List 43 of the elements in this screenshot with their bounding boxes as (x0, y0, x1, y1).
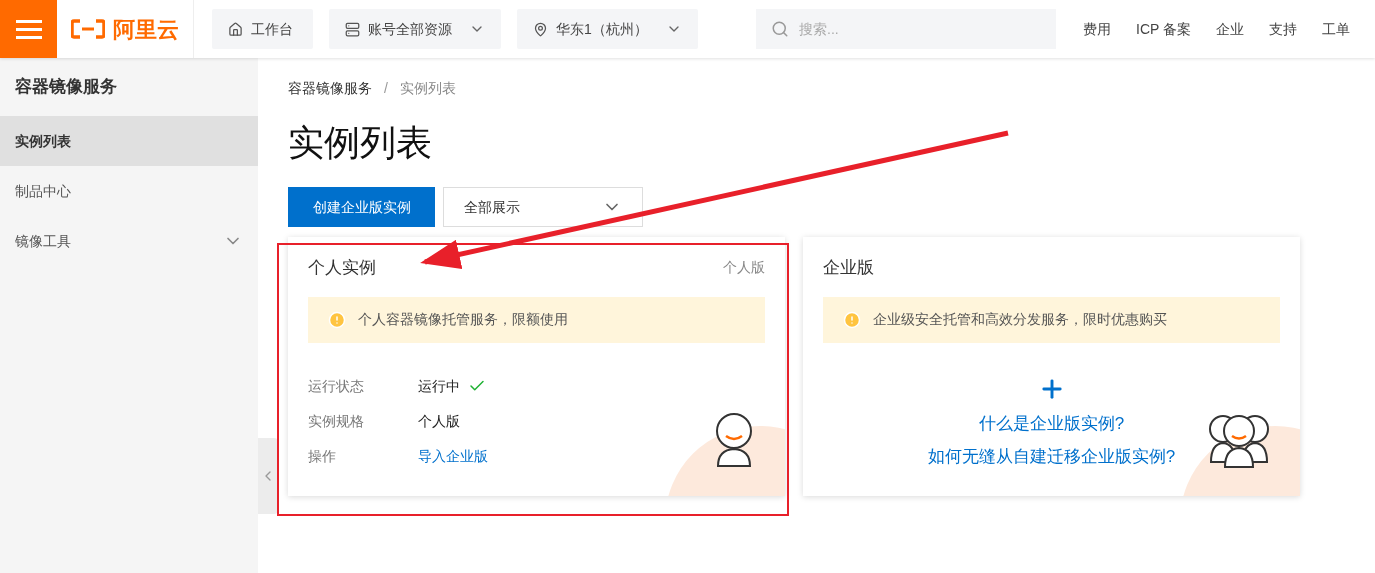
field-label: 实例规格 (308, 411, 365, 431)
card-title: 个人实例 (308, 257, 376, 279)
field-value: 个人版 (418, 411, 460, 431)
nav-button[interactable]: 账号全部资源 (329, 9, 501, 49)
collapse-handle[interactable] (258, 438, 278, 514)
people-icon (1208, 412, 1270, 468)
header-link[interactable]: ICP 备案 (1136, 18, 1191, 40)
edition-label: 个人版 (723, 258, 765, 278)
server-icon (345, 21, 360, 37)
sidebar-item[interactable]: 镜像工具 (0, 216, 258, 266)
warning-icon (843, 310, 861, 329)
card-title: 企业版 (823, 257, 874, 279)
nav-button[interactable]: 工作台 (212, 9, 313, 49)
menu-button[interactable] (0, 0, 57, 58)
import-link[interactable]: 导入企业版 (418, 445, 488, 467)
create-instance-button[interactable]: 创建企业版实例 (288, 187, 435, 227)
page-title: 实例列表 (288, 121, 433, 165)
field-value: 运行中 (418, 376, 460, 396)
breadcrumb-link[interactable]: 容器镜像服务 (288, 78, 372, 99)
header-link[interactable]: 费用 (1083, 18, 1111, 40)
search-field[interactable]: 搜索... (756, 9, 1056, 49)
home-icon (228, 21, 243, 37)
sidebar-item[interactable]: 制品中心 (0, 166, 258, 216)
logo-icon (71, 19, 105, 39)
header-link[interactable]: 企业 (1216, 18, 1244, 40)
help-link[interactable]: 什么是企业版实例? (978, 410, 1125, 436)
warning-icon (328, 310, 346, 329)
search-icon (771, 20, 789, 38)
nav-button[interactable]: 华东1（杭州） (517, 9, 698, 49)
header-link[interactable]: 支持 (1269, 18, 1297, 40)
sidebar-item[interactable]: 实例列表 (0, 116, 258, 166)
sidebar-title: 容器镜像服务 (14, 76, 118, 99)
person-icon (713, 412, 755, 468)
header-link[interactable]: 工单 (1322, 18, 1350, 40)
breadcrumb-separator: / (384, 79, 388, 98)
filter-select[interactable]: 全部展示 (443, 187, 643, 227)
location-pin-icon (533, 21, 548, 37)
notice-text: 企业级安全托管和高效分发服务，限时优惠购买 (873, 310, 1167, 329)
field-label: 操作 (308, 446, 337, 466)
field-label: 运行状态 (308, 376, 365, 396)
notice-text: 个人容器镜像托管服务，限额使用 (358, 310, 568, 329)
breadcrumb-current: 实例列表 (399, 79, 456, 98)
help-link[interactable]: 如何无缝从自建迁移企业版实例? (927, 444, 1176, 470)
